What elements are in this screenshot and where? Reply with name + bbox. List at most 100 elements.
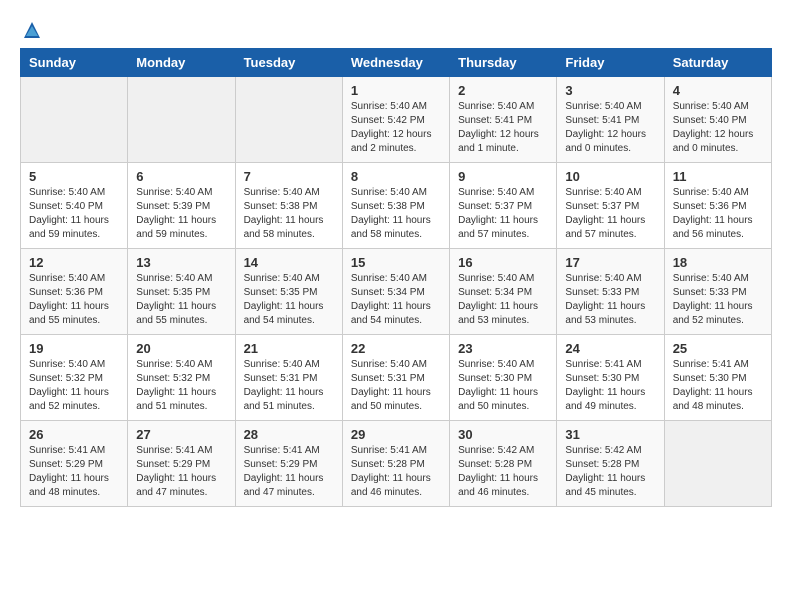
calendar-cell: 2 Sunrise: 5:40 AM Sunset: 5:41 PM Daylig… xyxy=(450,77,557,163)
day-number: 25 xyxy=(673,341,763,356)
calendar-week-row: 1 Sunrise: 5:40 AM Sunset: 5:42 PM Daylig… xyxy=(21,77,772,163)
day-info: Sunrise: 5:41 AM Sunset: 5:29 PM Dayligh… xyxy=(244,444,334,500)
column-header-thursday: Thursday xyxy=(450,49,557,77)
column-header-monday: Monday xyxy=(128,49,235,77)
day-number: 15 xyxy=(351,255,441,270)
column-header-saturday: Saturday xyxy=(664,49,771,77)
day-number: 21 xyxy=(244,341,334,356)
column-header-wednesday: Wednesday xyxy=(342,49,449,77)
day-info: Sunrise: 5:40 AM Sunset: 5:40 PM Dayligh… xyxy=(29,186,119,242)
calendar-cell xyxy=(21,77,128,163)
calendar-cell xyxy=(128,77,235,163)
calendar-cell: 10 Sunrise: 5:40 AM Sunset: 5:37 PM Dayli… xyxy=(557,163,664,249)
day-info: Sunrise: 5:40 AM Sunset: 5:32 PM Dayligh… xyxy=(136,358,226,414)
day-info: Sunrise: 5:40 AM Sunset: 5:41 PM Dayligh… xyxy=(458,100,548,156)
calendar-cell: 5 Sunrise: 5:40 AM Sunset: 5:40 PM Daylig… xyxy=(21,163,128,249)
calendar-cell: 26 Sunrise: 5:41 AM Sunset: 5:29 PM Dayli… xyxy=(21,421,128,507)
day-number: 16 xyxy=(458,255,548,270)
day-info: Sunrise: 5:40 AM Sunset: 5:35 PM Dayligh… xyxy=(136,272,226,328)
day-info: Sunrise: 5:41 AM Sunset: 5:30 PM Dayligh… xyxy=(565,358,655,414)
day-info: Sunrise: 5:40 AM Sunset: 5:40 PM Dayligh… xyxy=(673,100,763,156)
day-info: Sunrise: 5:40 AM Sunset: 5:38 PM Dayligh… xyxy=(244,186,334,242)
calendar-cell: 9 Sunrise: 5:40 AM Sunset: 5:37 PM Daylig… xyxy=(450,163,557,249)
calendar-cell: 29Sunrise: 5:41 AM Sunset: 5:28 PM Dayli… xyxy=(342,421,449,507)
day-info: Sunrise: 5:40 AM Sunset: 5:39 PM Dayligh… xyxy=(136,186,226,242)
day-info: Sunrise: 5:40 AM Sunset: 5:31 PM Dayligh… xyxy=(351,358,441,414)
calendar-cell: 19 Sunrise: 5:40 AM Sunset: 5:32 PM Dayli… xyxy=(21,335,128,421)
calendar-cell: 30Sunrise: 5:42 AM Sunset: 5:28 PM Dayli… xyxy=(450,421,557,507)
day-info: Sunrise: 5:40 AM Sunset: 5:34 PM Dayligh… xyxy=(351,272,441,328)
calendar-cell: 15 Sunrise: 5:40 AM Sunset: 5:34 PM Dayli… xyxy=(342,249,449,335)
day-number: 10 xyxy=(565,169,655,184)
calendar-cell: 27 Sunrise: 5:41 AM Sunset: 5:29 PM Dayli… xyxy=(128,421,235,507)
calendar-cell: 21Sunrise: 5:40 AM Sunset: 5:31 PM Dayli… xyxy=(235,335,342,421)
day-info: Sunrise: 5:40 AM Sunset: 5:37 PM Dayligh… xyxy=(458,186,548,242)
day-number: 17 xyxy=(565,255,655,270)
day-info: Sunrise: 5:42 AM Sunset: 5:28 PM Dayligh… xyxy=(565,444,655,500)
calendar-week-row: 26 Sunrise: 5:41 AM Sunset: 5:29 PM Dayli… xyxy=(21,421,772,507)
day-info: Sunrise: 5:40 AM Sunset: 5:33 PM Dayligh… xyxy=(565,272,655,328)
column-header-tuesday: Tuesday xyxy=(235,49,342,77)
page-header xyxy=(20,20,772,40)
day-number: 4 xyxy=(673,83,763,98)
calendar-cell: 4 Sunrise: 5:40 AM Sunset: 5:40 PM Daylig… xyxy=(664,77,771,163)
day-number: 22 xyxy=(351,341,441,356)
calendar-cell: 16 Sunrise: 5:40 AM Sunset: 5:34 PM Dayli… xyxy=(450,249,557,335)
day-number: 11 xyxy=(673,169,763,184)
calendar-table: SundayMondayTuesdayWednesdayThursdayFrid… xyxy=(20,48,772,507)
day-number: 26 xyxy=(29,427,119,442)
day-info: Sunrise: 5:40 AM Sunset: 5:34 PM Dayligh… xyxy=(458,272,548,328)
calendar-cell xyxy=(664,421,771,507)
day-info: Sunrise: 5:40 AM Sunset: 5:42 PM Dayligh… xyxy=(351,100,441,156)
day-info: Sunrise: 5:40 AM Sunset: 5:36 PM Dayligh… xyxy=(29,272,119,328)
day-info: Sunrise: 5:41 AM Sunset: 5:30 PM Dayligh… xyxy=(673,358,763,414)
logo-icon xyxy=(22,20,42,40)
day-number: 6 xyxy=(136,169,226,184)
logo xyxy=(20,20,42,40)
day-number: 28 xyxy=(244,427,334,442)
calendar-cell: 18 Sunrise: 5:40 AM Sunset: 5:33 PM Dayli… xyxy=(664,249,771,335)
day-info: Sunrise: 5:40 AM Sunset: 5:33 PM Dayligh… xyxy=(673,272,763,328)
day-number: 13 xyxy=(136,255,226,270)
calendar-cell: 1 Sunrise: 5:40 AM Sunset: 5:42 PM Daylig… xyxy=(342,77,449,163)
calendar-cell: 12 Sunrise: 5:40 AM Sunset: 5:36 PM Dayli… xyxy=(21,249,128,335)
calendar-week-row: 19 Sunrise: 5:40 AM Sunset: 5:32 PM Dayli… xyxy=(21,335,772,421)
day-info: Sunrise: 5:40 AM Sunset: 5:37 PM Dayligh… xyxy=(565,186,655,242)
day-info: Sunrise: 5:40 AM Sunset: 5:38 PM Dayligh… xyxy=(351,186,441,242)
calendar-cell: 8 Sunrise: 5:40 AM Sunset: 5:38 PM Daylig… xyxy=(342,163,449,249)
day-number: 3 xyxy=(565,83,655,98)
column-header-sunday: Sunday xyxy=(21,49,128,77)
calendar-cell: 6 Sunrise: 5:40 AM Sunset: 5:39 PM Daylig… xyxy=(128,163,235,249)
day-number: 2 xyxy=(458,83,548,98)
calendar-cell: 11 Sunrise: 5:40 AM Sunset: 5:36 PM Dayli… xyxy=(664,163,771,249)
calendar-cell: 14Sunrise: 5:40 AM Sunset: 5:35 PM Dayli… xyxy=(235,249,342,335)
calendar-cell: 22 Sunrise: 5:40 AM Sunset: 5:31 PM Dayli… xyxy=(342,335,449,421)
day-info: Sunrise: 5:40 AM Sunset: 5:32 PM Dayligh… xyxy=(29,358,119,414)
day-number: 14 xyxy=(244,255,334,270)
day-number: 8 xyxy=(351,169,441,184)
day-number: 5 xyxy=(29,169,119,184)
day-number: 9 xyxy=(458,169,548,184)
calendar-cell: 13 Sunrise: 5:40 AM Sunset: 5:35 PM Dayli… xyxy=(128,249,235,335)
day-number: 1 xyxy=(351,83,441,98)
day-info: Sunrise: 5:40 AM Sunset: 5:36 PM Dayligh… xyxy=(673,186,763,242)
day-number: 23 xyxy=(458,341,548,356)
calendar-cell: 25 Sunrise: 5:41 AM Sunset: 5:30 PM Dayli… xyxy=(664,335,771,421)
day-info: Sunrise: 5:40 AM Sunset: 5:30 PM Dayligh… xyxy=(458,358,548,414)
day-number: 27 xyxy=(136,427,226,442)
day-info: Sunrise: 5:41 AM Sunset: 5:29 PM Dayligh… xyxy=(136,444,226,500)
calendar-cell: 31 Sunrise: 5:42 AM Sunset: 5:28 PM Dayli… xyxy=(557,421,664,507)
day-number: 20 xyxy=(136,341,226,356)
calendar-week-row: 5 Sunrise: 5:40 AM Sunset: 5:40 PM Daylig… xyxy=(21,163,772,249)
day-info: Sunrise: 5:41 AM Sunset: 5:28 PM Dayligh… xyxy=(351,444,441,500)
calendar-cell: 20 Sunrise: 5:40 AM Sunset: 5:32 PM Dayli… xyxy=(128,335,235,421)
day-number: 12 xyxy=(29,255,119,270)
calendar-cell: 7 Sunrise: 5:40 AM Sunset: 5:38 PM Daylig… xyxy=(235,163,342,249)
day-number: 18 xyxy=(673,255,763,270)
day-number: 31 xyxy=(565,427,655,442)
calendar-cell: 23 Sunrise: 5:40 AM Sunset: 5:30 PM Dayli… xyxy=(450,335,557,421)
day-number: 7 xyxy=(244,169,334,184)
day-number: 19 xyxy=(29,341,119,356)
day-info: Sunrise: 5:41 AM Sunset: 5:29 PM Dayligh… xyxy=(29,444,119,500)
column-header-friday: Friday xyxy=(557,49,664,77)
